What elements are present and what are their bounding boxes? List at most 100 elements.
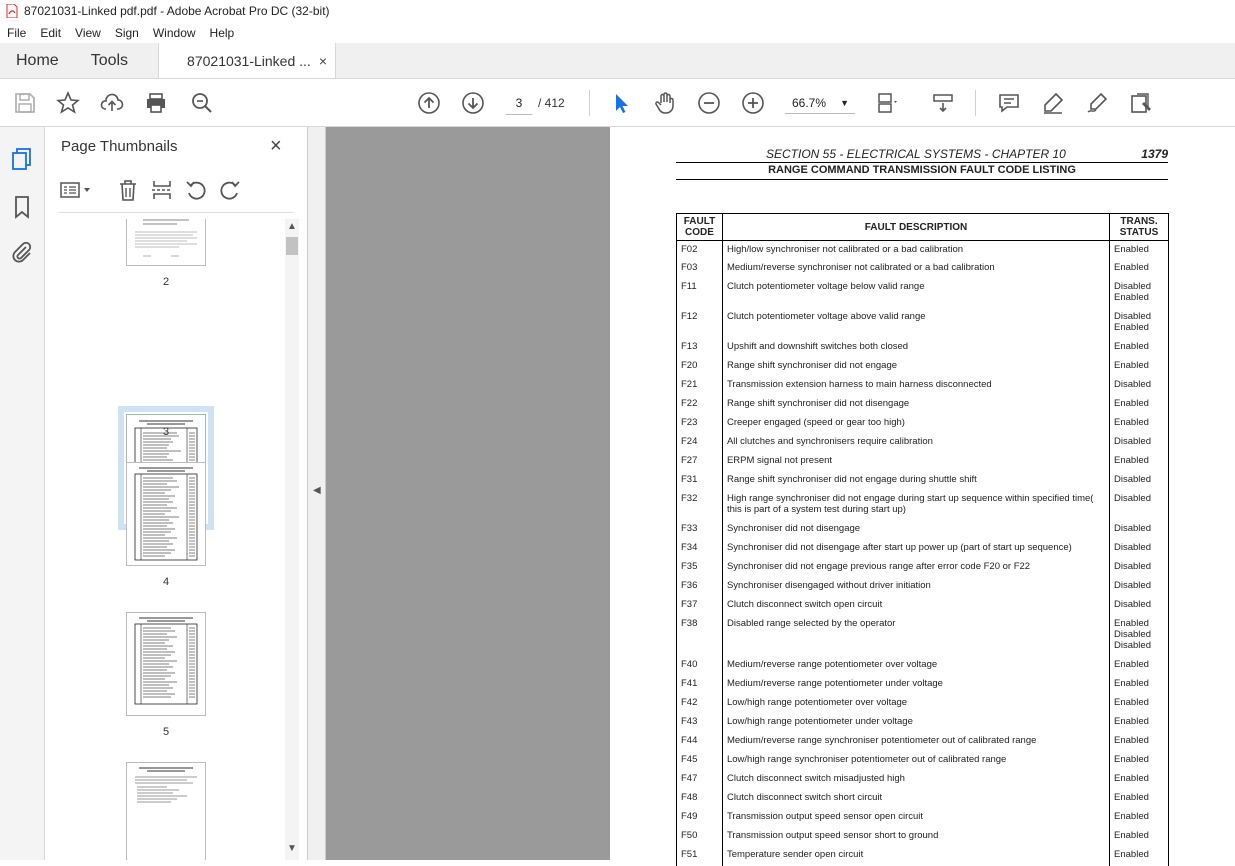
status-value: Enabled (1114, 696, 1149, 708)
transmission-status-cell: Disabled (1109, 577, 1169, 597)
save-icon[interactable] (11, 89, 39, 117)
attachments-paperclip-icon[interactable] (10, 240, 34, 264)
pdf-page: SECTION 55 - ELECTRICAL SYSTEMS - CHAPTE… (610, 127, 1235, 866)
page-thumbnails-icon[interactable] (10, 147, 34, 171)
thumbnail-page-2-preview (135, 219, 197, 257)
table-row: F22 Range shift synchroniser did not dise… (676, 395, 1169, 415)
transmission-status-cell: Enabled (1109, 694, 1169, 714)
status-value: Disabled (1114, 560, 1151, 572)
table-row: F38 Disabled range selected by the operat… (676, 615, 1169, 657)
zoom-in-icon[interactable] (739, 89, 767, 117)
more-tools-icon[interactable] (1127, 89, 1155, 117)
thumbnail-page-2[interactable] (126, 219, 206, 266)
status-value: Enabled (1114, 454, 1149, 466)
menu-window[interactable]: Window (146, 26, 203, 40)
rotate-counterclockwise-icon[interactable] (185, 179, 207, 201)
scrollbar-thumb[interactable] (286, 237, 298, 255)
status-value: Enabled (1114, 677, 1149, 689)
transmission-status-cell: Enabled (1109, 259, 1169, 279)
print-icon[interactable] (142, 89, 170, 117)
table-row: F21 Transmission extension harness to mai… (676, 376, 1169, 396)
rotate-clockwise-icon[interactable] (219, 179, 241, 201)
transmission-status-cell: Disabled (1109, 539, 1169, 559)
tab-close-icon[interactable]: × (319, 53, 327, 69)
thumbnail-options-menu-icon[interactable] (59, 179, 95, 201)
table-row: F13 Upshift and downshift switches both c… (676, 338, 1169, 358)
fill-sign-icon[interactable] (1083, 89, 1111, 117)
menu-edit[interactable]: Edit (33, 26, 68, 40)
scroll-up-icon[interactable]: ▲ (287, 221, 297, 232)
status-value: Enabled (1114, 340, 1149, 352)
fault-description-cell: Medium/reverse range potentiometer under… (721, 675, 1111, 695)
thumbnail-page-6[interactable] (126, 762, 206, 860)
status-value: Disabled (1114, 541, 1151, 553)
fault-code-cell: F03 (676, 259, 723, 279)
page-number-input[interactable]: 3 (505, 89, 533, 115)
fault-description-cell: Creeper engaged (speed or gear too high) (721, 414, 1111, 434)
fault-code-cell: F45 (676, 751, 723, 771)
acrobat-pdf-icon (6, 4, 18, 18)
fault-description-cell: Transmission output speed sensor short t… (721, 827, 1111, 847)
status-value: Disabled (1114, 579, 1151, 591)
fault-description-cell: Range shift synchroniser did not engage … (721, 471, 1111, 491)
transmission-status-cell: Enabled (1109, 675, 1169, 695)
transmission-status-cell: Enabled (1109, 338, 1169, 358)
table-row: F41 Medium/reverse range potentiometer un… (676, 675, 1169, 695)
menu-file[interactable]: File (0, 26, 33, 40)
transmission-status-cell: Enabled (1109, 357, 1169, 377)
panel-close-icon[interactable]: × (270, 135, 282, 158)
tab-document-label: 87021031-Linked ... (187, 52, 311, 69)
thumbnail-scrollbar[interactable]: ▲ ▼ (285, 219, 299, 860)
fault-code-cell: F49 (676, 808, 723, 828)
fault-description-cell: Upshift and downshift switches both clos… (721, 338, 1111, 358)
page-fit-icon[interactable] (873, 89, 901, 117)
collapse-left-icon: ◀ (313, 485, 321, 496)
tab-document[interactable]: 87021031-Linked ... × (158, 43, 337, 78)
status-value: Disabled (1114, 639, 1151, 651)
table-row: F27 ERPM signal not present Enabled (676, 452, 1169, 472)
fault-description-cell: Medium/reverse range potentiometer over … (721, 656, 1111, 676)
thumbnail-label: 5 (162, 726, 170, 738)
menu-help[interactable]: Help (203, 26, 242, 40)
find-zoom-icon[interactable] (188, 89, 216, 117)
transmission-status-cell: Enabled (1109, 395, 1169, 415)
table-row: F33 Synchroniser did not disengage Disable… (676, 520, 1169, 540)
bookmarks-icon[interactable] (10, 195, 34, 219)
status-value: Enabled (1114, 810, 1149, 822)
hand-tool-icon[interactable] (651, 89, 679, 117)
upload-cloud-icon[interactable] (98, 89, 126, 117)
status-value: Enabled (1114, 734, 1149, 746)
menu-view[interactable]: View (68, 26, 108, 40)
thumbnail-page-4[interactable] (126, 462, 206, 566)
panel-collapse-handle[interactable]: ◀ (308, 127, 326, 860)
transmission-status-cell: Enabled (1109, 808, 1169, 828)
next-page-icon[interactable] (459, 89, 487, 117)
zoom-level-select[interactable]: 66.7% ▼ (785, 92, 855, 114)
status-value: Enabled (1114, 617, 1149, 629)
thumbnail-page-5[interactable] (126, 612, 206, 716)
table-row: F51 Temperature sender open circuit Enable… (676, 846, 1169, 866)
tab-tools[interactable]: Tools (75, 43, 144, 78)
scrolling-mode-icon[interactable] (929, 89, 957, 117)
status-value: Disabled (1114, 280, 1151, 292)
thumbnail-list: 2 3 4 5 (45, 219, 285, 860)
fault-code-cell: F36 (676, 577, 723, 597)
zoom-level-value: 66.7% (792, 96, 827, 110)
highlight-pen-icon[interactable] (1039, 89, 1067, 117)
tab-home[interactable]: Home (0, 43, 75, 78)
table-row: F20 Range shift synchroniser did not enga… (676, 357, 1169, 377)
zoom-out-icon[interactable] (695, 89, 723, 117)
transmission-status-cell: Disabled (1109, 433, 1169, 453)
fault-code-cell: F42 (676, 694, 723, 714)
select-cursor-icon[interactable] (607, 89, 635, 117)
column-header-status: TRANS. STATUS (1109, 213, 1169, 241)
fault-description-cell: Range shift synchroniser did not disenga… (721, 395, 1111, 415)
extract-pages-icon[interactable] (151, 179, 173, 201)
comment-icon[interactable] (995, 89, 1023, 117)
menu-sign[interactable]: Sign (108, 26, 146, 40)
previous-page-icon[interactable] (415, 89, 443, 117)
bookmark-star-icon[interactable] (54, 89, 82, 117)
transmission-status-cell: Enabled (1109, 827, 1169, 847)
delete-page-icon[interactable] (117, 179, 139, 201)
scroll-down-icon[interactable]: ▼ (287, 843, 297, 854)
